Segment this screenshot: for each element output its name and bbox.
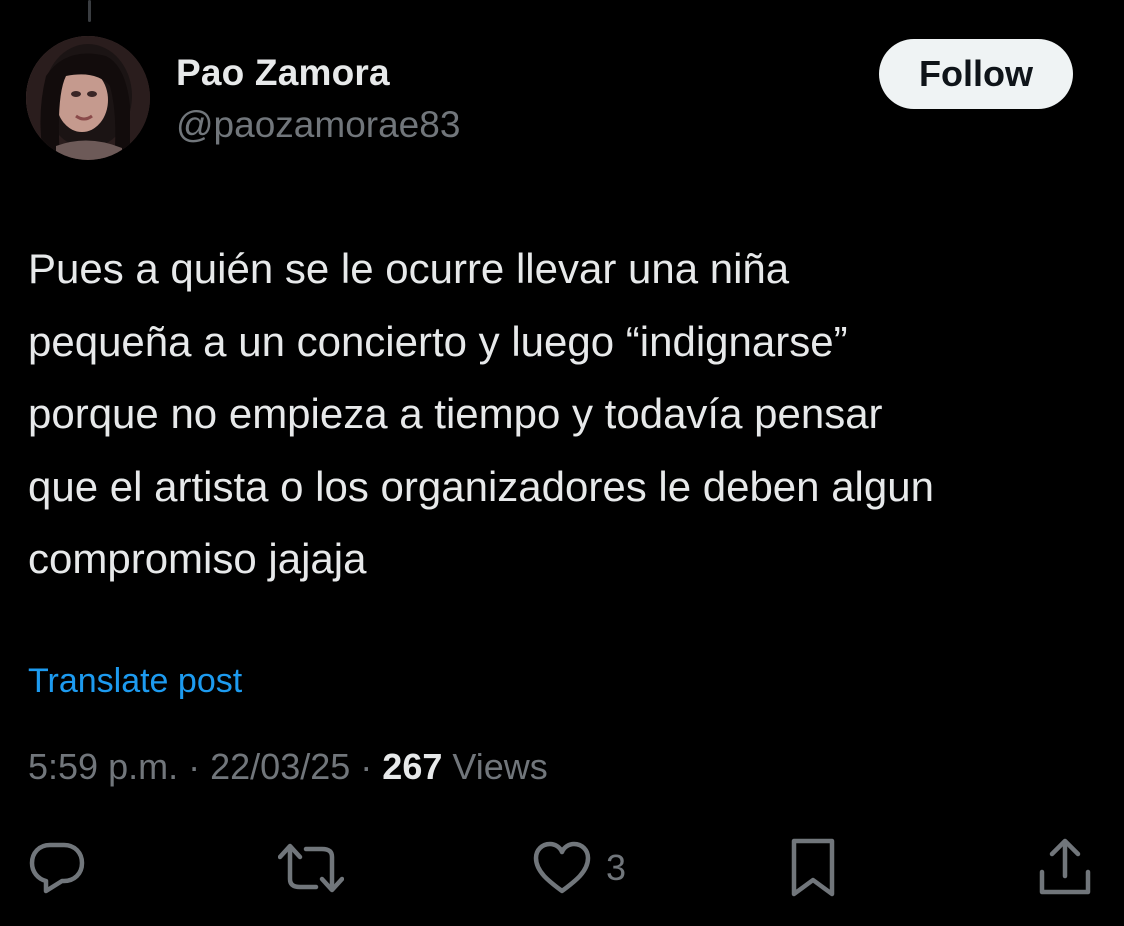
avatar-photo [26,36,150,160]
bookmark-icon [791,838,835,897]
post-metadata: 5:59 p.m. · 22/03/25 · 267 Views [28,746,548,788]
thread-connector-line [88,0,91,22]
author-display-name[interactable]: Pao Zamora [176,52,390,94]
author-handle[interactable]: @paozamorae83 [176,104,460,146]
reply-icon [29,842,85,894]
share-icon [1039,838,1091,895]
like-button[interactable]: 3 [532,836,626,900]
meta-separator: · [188,746,201,787]
views-count[interactable]: 267 [382,746,442,787]
views-label: Views [452,746,548,787]
follow-button[interactable]: Follow [879,39,1073,109]
post-date[interactable]: 22/03/25 [210,746,350,787]
reply-button[interactable] [28,836,86,900]
repost-button[interactable] [278,836,344,900]
translate-post-link[interactable]: Translate post [28,662,242,701]
avatar[interactable] [26,36,150,160]
like-count: 3 [606,847,627,888]
repost-icon [278,843,344,893]
share-button[interactable] [1038,836,1092,900]
heart-icon [533,841,591,894]
post-time[interactable]: 5:59 p.m. [28,746,178,787]
bookmark-button[interactable] [790,836,836,900]
action-bar: 3 [0,836,1124,900]
post-text: Pues a quién se le ocurre llevar una niñ… [28,245,934,582]
meta-separator: · [360,746,373,787]
